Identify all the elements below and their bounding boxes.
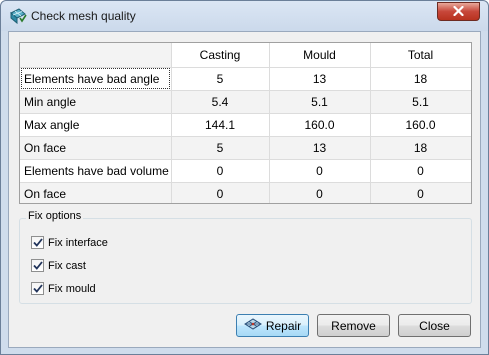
cell-casting[interactable]: 5 [171,136,270,160]
cell-mould[interactable]: 5.1 [269,90,371,114]
fix-interface-checkbox[interactable]: Fix interface [31,236,108,249]
cell-mould[interactable]: 13 [269,136,371,160]
cell-mould[interactable]: 13 [269,67,371,91]
close-button-label: Close [419,318,450,333]
cell-total[interactable]: 0 [370,182,471,203]
cell-mould[interactable]: 0 [269,182,371,203]
table-row: On face 5 13 18 [20,136,471,160]
row-label[interactable]: Min angle [20,90,172,114]
title-bar[interactable]: Check mesh quality [1,1,488,31]
row-label[interactable]: Elements have bad volume [20,159,172,183]
mesh-quality-icon [9,7,27,25]
table-header-row: Casting Mould Total [20,43,471,68]
row-label[interactable]: Max angle [20,113,172,137]
close-button[interactable]: Close [398,314,471,337]
dialog-body: Casting Mould Total Elements have bad an… [8,31,481,348]
cell-casting[interactable]: 0 [171,159,270,183]
row-label[interactable]: Elements have bad angle [20,67,172,91]
fix-cast-checkbox[interactable]: Fix cast [31,259,86,272]
corner-header[interactable] [20,43,172,68]
window-close-button[interactable] [437,2,480,21]
remove-button[interactable]: Remove [317,314,390,337]
checkbox-box[interactable] [31,282,44,295]
repair-mesh-icon [243,316,262,335]
checkmark-icon [32,261,43,270]
repair-button[interactable]: Repair [236,314,309,337]
mesh-quality-table: Casting Mould Total Elements have bad an… [19,42,472,204]
column-header-total[interactable]: Total [370,43,471,68]
repair-button-label: Repair [265,318,302,333]
cell-mould[interactable]: 160.0 [269,113,371,137]
remove-button-label: Remove [331,318,376,333]
cell-total[interactable]: 5.1 [370,90,471,114]
cell-total[interactable]: 18 [370,67,471,91]
checkbox-box[interactable] [31,236,44,249]
column-header-casting[interactable]: Casting [171,43,270,68]
cell-total[interactable]: 18 [370,136,471,160]
table-row: Max angle 144.1 160.0 160.0 [20,113,471,137]
checkmark-icon [32,238,43,247]
cell-casting[interactable]: 5.4 [171,90,270,114]
fix-cast-label[interactable]: Fix cast [48,260,86,272]
cell-casting[interactable]: 0 [171,182,270,203]
cell-total[interactable]: 160.0 [370,113,471,137]
fix-interface-label[interactable]: Fix interface [48,237,108,249]
cell-casting[interactable]: 144.1 [171,113,270,137]
fix-options-title: Fix options [26,210,84,222]
table-row: Min angle 5.4 5.1 5.1 [20,90,471,114]
table-row: Elements have bad angle 5 13 18 [20,67,471,91]
cell-casting[interactable]: 5 [171,67,270,91]
dialog-window: Check mesh quality Casting Mould Total E… [0,0,489,355]
table-row: Elements have bad volume 0 0 0 [20,159,471,183]
fix-mould-label[interactable]: Fix mould [48,283,96,295]
column-header-mould[interactable]: Mould [269,43,371,68]
checkbox-box[interactable] [31,259,44,272]
table-row: On face 0 0 0 [20,182,471,203]
row-label[interactable]: On face [20,182,172,203]
cell-total[interactable]: 0 [370,159,471,183]
cell-mould[interactable]: 0 [269,159,371,183]
row-label[interactable]: On face [20,136,172,160]
close-icon [453,5,464,19]
window-title: Check mesh quality [31,9,136,23]
checkmark-icon [32,284,43,293]
fix-mould-checkbox[interactable]: Fix mould [31,282,96,295]
